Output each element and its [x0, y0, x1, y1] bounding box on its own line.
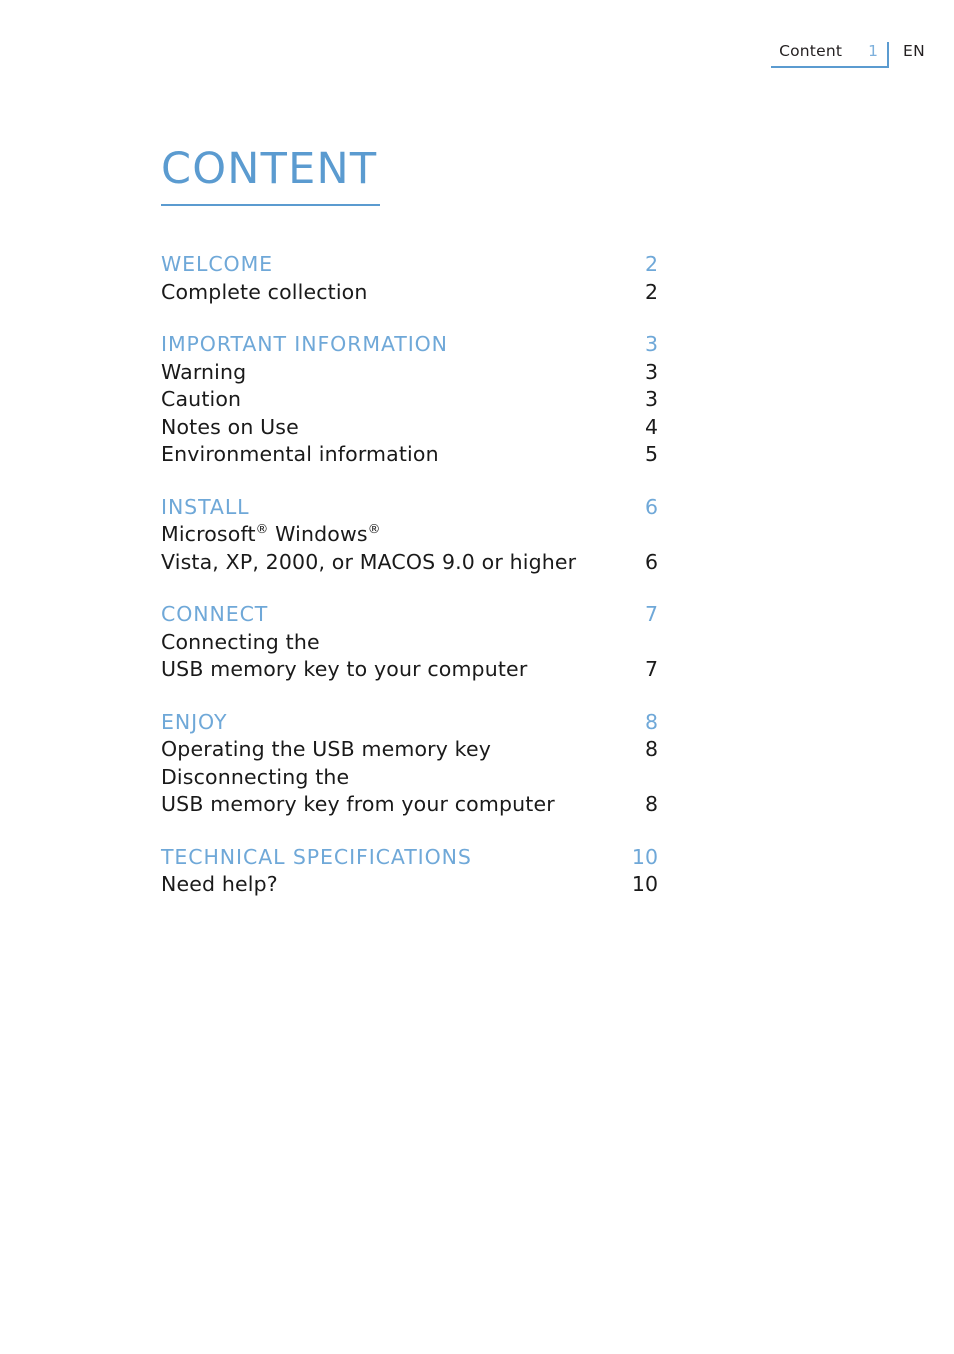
toc-entry-row[interactable]: Connecting the7	[161, 629, 658, 657]
toc-entry-label: Connecting the	[161, 629, 320, 654]
toc-section: WELCOME 2 Complete collection 2	[161, 251, 658, 306]
toc-entry-row[interactable]: Warning 3	[161, 359, 658, 387]
page-header: Content 1 EN	[0, 42, 954, 78]
toc-section: INSTALL6Microsoft® Windows®6Vista, XP, 2…	[161, 494, 658, 577]
toc-section-heading-label: TECHNICAL SPECIFICATIONS	[161, 844, 472, 869]
registered-trademark-icon: ®	[367, 521, 381, 537]
toc-entry-label: Notes on Use	[161, 414, 299, 439]
toc-entry-page-number: 6	[644, 549, 658, 574]
toc-section-heading-row[interactable]: IMPORTANT INFORMATION 3	[161, 331, 658, 359]
toc-section-heading-page-number: 10	[631, 844, 658, 869]
toc-entry-row[interactable]: Caution 3	[161, 386, 658, 414]
toc-entry-label: Environmental information	[161, 442, 439, 466]
toc-entry-row[interactable]: Complete collection 2	[161, 279, 658, 307]
registered-trademark-icon: ®	[255, 521, 269, 537]
toc-entry-page-number: 8	[644, 737, 658, 761]
toc-entry-label: Disconnecting the	[161, 764, 350, 789]
toc-section-heading-page-number: 3	[644, 332, 658, 356]
toc-entry-page-number: 3	[644, 387, 658, 411]
toc-section: IMPORTANT INFORMATION 3 Warning 3 Caution 3 No…	[161, 331, 658, 469]
toc-section-heading-page-number: 6	[644, 494, 658, 519]
toc-section-heading-label: WELCOME	[161, 252, 274, 276]
toc-entry-row[interactable]: Environmental information 5	[161, 441, 658, 469]
toc-section-heading-row[interactable]: TECHNICAL SPECIFICATIONS 10	[161, 844, 658, 872]
toc-entry-label: Caution	[161, 387, 242, 411]
table-of-contents: WELCOME 2 Complete collection 2 IMPORTANT IN…	[161, 251, 658, 899]
page-header-label: Content	[779, 42, 843, 60]
toc-entry-label: Vista, XP, 2000, or MACOS 9.0 or higher	[161, 549, 577, 574]
toc-section-heading-row[interactable]: INSTALL 6	[161, 494, 658, 522]
toc-entry-page-number: 10	[631, 872, 658, 896]
toc-entry-row[interactable]: Notes on Use 4	[161, 414, 658, 442]
toc-entry-row[interactable]: USB memory key to your computer 7	[161, 656, 658, 684]
toc-entry-row[interactable]: USB memory key from your computer 8	[161, 791, 658, 819]
toc-entry-label: USB memory key from your computer	[161, 792, 555, 816]
toc-section-heading-row[interactable]: ENJOY 8	[161, 709, 658, 737]
toc-entry-label: USB memory key to your computer	[161, 657, 528, 681]
toc-entry-row[interactable]: Operating the USB memory key 8	[161, 736, 658, 764]
toc-section-heading-label: IMPORTANT INFORMATION	[161, 332, 448, 356]
page-header-page-number: 1	[868, 42, 878, 60]
page-header-rule-group: Content 1	[771, 42, 889, 68]
toc-section: TECHNICAL SPECIFICATIONS 10 Need help? 10	[161, 844, 658, 899]
toc-section-heading-row[interactable]: WELCOME 2	[161, 251, 658, 279]
toc-section-heading-row[interactable]: CONNECT 7	[161, 601, 658, 629]
toc-section-heading-label: INSTALL	[161, 494, 250, 519]
toc-entry-label: Operating the USB memory key	[161, 737, 492, 761]
toc-entry-page-number: 8	[644, 792, 658, 816]
toc-entry-label: Microsoft® Windows®	[161, 521, 381, 546]
toc-entry-row[interactable]: Disconnecting the8	[161, 764, 658, 792]
toc-section-heading-page-number: 2	[644, 252, 658, 276]
toc-entry-label: Warning	[161, 359, 247, 384]
toc-section-heading-page-number: 7	[644, 602, 658, 626]
toc-section-heading-label: ENJOY	[161, 709, 228, 734]
toc-entry-page-number: 5	[644, 442, 658, 466]
page-title-block: CONTENT	[161, 148, 380, 206]
toc-entry-page-number: 4	[644, 414, 658, 439]
toc-entry-page-number: 7	[644, 657, 658, 681]
toc-entry-row[interactable]: Microsoft® Windows®6	[161, 521, 658, 549]
toc-entry-label: Need help?	[161, 872, 278, 896]
toc-section-heading-page-number: 8	[644, 709, 658, 734]
page-header-language: EN	[903, 42, 925, 60]
toc-section: ENJOY 8 Operating the USB memory key 8 Disco…	[161, 709, 658, 819]
toc-section: CONNECT7Connecting the7USB memory key to…	[161, 601, 658, 684]
page-title-underline	[161, 204, 380, 206]
page-header-inner: Content 1 EN	[771, 42, 925, 68]
toc-entry-row[interactable]: Vista, XP, 2000, or MACOS 9.0 or higher 6	[161, 549, 658, 577]
toc-entry-page-number: 2	[644, 279, 658, 304]
toc-entry-row[interactable]: Need help? 10	[161, 871, 658, 899]
toc-entry-page-number: 3	[644, 359, 658, 384]
toc-section-heading-label: CONNECT	[161, 602, 269, 626]
page-title: CONTENT	[161, 144, 378, 194]
toc-entry-label: Complete collection	[161, 279, 368, 304]
